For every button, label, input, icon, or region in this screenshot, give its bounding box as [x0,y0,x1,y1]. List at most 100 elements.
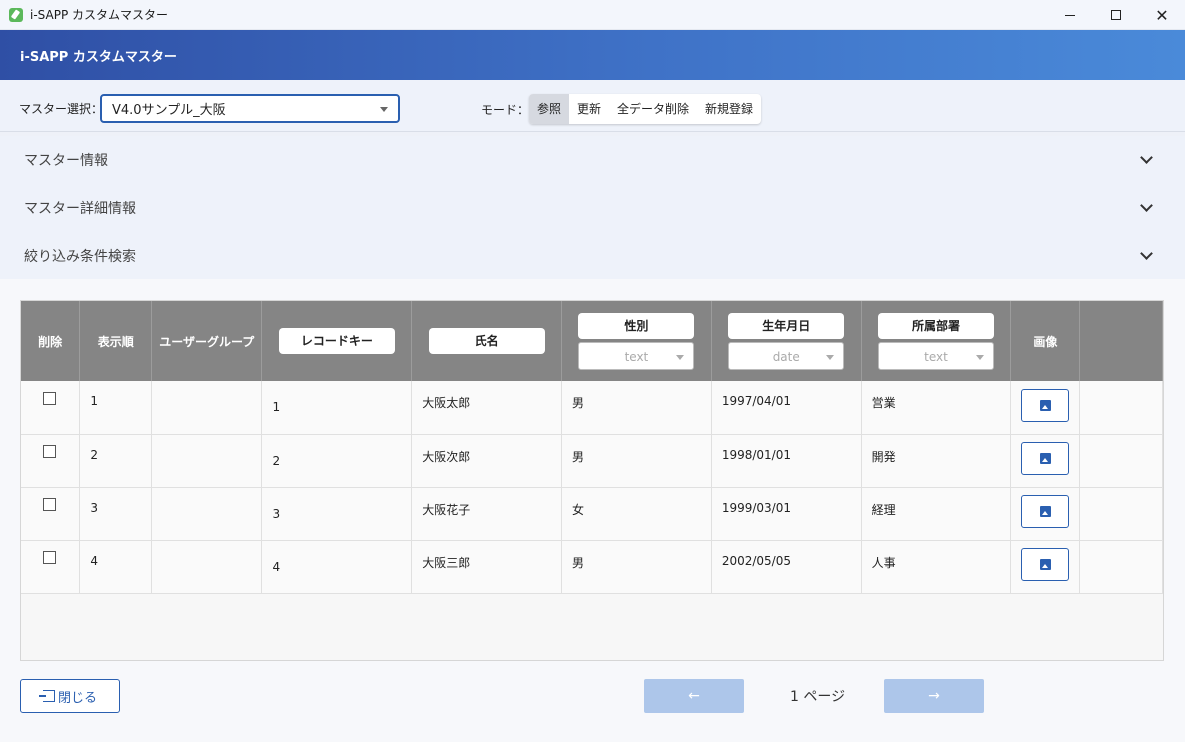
chevron-down-icon [1140,199,1153,212]
window-titlebar: i-SAPP カスタムマスター ✕ [0,0,1185,30]
gender-cell: 男 [561,540,712,594]
page-indicator: 1 ページ [790,689,846,705]
sort-button-birthdate[interactable]: 生年月日 [728,312,845,339]
department-cell: 営業 [861,381,1012,435]
image-icon [1039,506,1051,517]
name-cell: 大阪次郎 [411,434,563,488]
chevron-down-icon [826,354,835,360]
accordion-master-detail[interactable]: マスター詳細情報 [0,184,1185,232]
accordion-filter-search[interactable]: 絞り込み条件検索 [0,232,1185,280]
filter-select-department[interactable]: text [878,341,995,370]
master-select-dropdown[interactable]: V4.0サンプル_大阪 [100,94,400,123]
window-title: i-SAPP カスタムマスター [30,8,169,22]
data-table: 削除 表示順 ユーザーグループ レコードキー 氏名 性別 text 生年月日 d… [21,301,1163,594]
maximize-icon [1111,10,1121,20]
order-cell: 1 [79,381,153,435]
gender-cell: 男 [561,434,712,488]
gender-cell: 女 [561,487,712,541]
accordion-label: 絞り込み条件検索 [24,249,136,265]
chevron-down-icon [676,354,685,360]
image-button[interactable] [1021,495,1070,528]
department-cell: 人事 [861,540,1012,594]
image-button[interactable] [1021,442,1070,475]
image-cell [1010,381,1081,435]
spacer-cell [1079,381,1163,435]
record-key-cell: 2 [261,434,413,488]
minimize-button[interactable] [1047,0,1093,30]
app-title: i-SAPP カスタムマスター [20,49,177,65]
filter-select-birthdate[interactable]: date [728,341,845,370]
user-group-cell [151,434,263,488]
arrow-right-icon: → [928,688,940,704]
order-cell: 3 [79,487,153,541]
delete-checkbox[interactable] [43,551,56,564]
name-cell: 大阪三郎 [411,540,563,594]
prev-page-button[interactable]: ← [644,679,744,713]
close-button[interactable]: 閉じる [20,679,120,713]
maximize-button[interactable] [1093,0,1139,30]
close-button-label: 閉じる [57,690,97,706]
image-cell [1010,540,1081,594]
order-cell: 4 [79,540,153,594]
birthdate-cell: 1998/01/01 [711,434,862,488]
gender-cell: 男 [561,381,712,435]
header-name-cell: 氏名 [411,301,563,381]
accordion-label: マスター情報 [24,153,108,169]
spacer-cell [1079,487,1163,541]
table-row: 3 3 大阪花子 女 1999/03/01 経理 [21,487,1163,541]
master-select-label: マスター選択： [19,102,104,116]
delete-cell [21,540,81,594]
spacer-cell [1079,434,1163,488]
birthdate-cell: 1997/04/01 [711,381,862,435]
sort-button-name[interactable]: 氏名 [428,328,545,354]
next-page-button[interactable]: → [884,679,984,713]
spacer-cell [1079,540,1163,594]
data-table-container: 削除 表示順 ユーザーグループ レコードキー 氏名 性別 text 生年月日 d… [20,300,1164,661]
name-cell: 大阪花子 [411,487,563,541]
filter-select-gender[interactable]: text [578,341,695,370]
mode-button-delete-all[interactable]: 全データ削除 [609,94,697,124]
accordion-master-info[interactable]: マスター情報 [0,136,1185,184]
department-cell: 経理 [861,487,1012,541]
mode-button-view[interactable]: 参照 [529,94,570,124]
chevron-down-icon [1140,151,1153,164]
header-user-group: ユーザーグループ [151,301,263,381]
close-window-button[interactable]: ✕ [1139,0,1185,30]
mode-label: モード： [481,103,530,117]
table-row: 4 4 大阪三郎 男 2002/05/05 人事 [21,540,1163,594]
close-icon: ✕ [1155,5,1169,25]
image-button[interactable] [1021,388,1070,422]
birthdate-cell: 1999/03/01 [711,487,862,541]
header-record-key-cell: レコードキー [261,301,413,381]
image-button[interactable] [1021,548,1070,581]
mode-button-update[interactable]: 更新 [569,94,609,124]
user-group-cell [151,381,263,435]
image-icon [1039,453,1051,464]
accordion-label: マスター詳細情報 [24,201,136,217]
delete-checkbox[interactable] [43,391,56,405]
delete-cell [21,434,81,488]
header-image: 画像 [1010,301,1081,381]
sort-button-record-key[interactable]: レコードキー [278,328,395,354]
table-row: 2 2 大阪次郎 男 1998/01/01 開発 [21,434,1163,488]
delete-cell [21,381,81,435]
order-cell: 2 [79,434,153,488]
mode-button-new[interactable]: 新規登録 [697,94,761,124]
header-gender-cell: 性別 text [561,301,712,381]
content-area: 削除 表示順 ユーザーグループ レコードキー 氏名 性別 text 生年月日 d… [0,279,1185,742]
sort-button-gender[interactable]: 性別 [578,312,695,339]
filter-type: date [772,349,800,364]
window-controls: ✕ [1047,0,1185,30]
header-order: 表示順 [79,301,153,381]
header-department-cell: 所属部署 text [861,301,1012,381]
image-icon [1039,399,1051,411]
sort-button-department[interactable]: 所属部署 [878,312,995,339]
image-cell [1010,487,1081,541]
record-key-cell: 3 [261,487,413,541]
delete-checkbox[interactable] [43,498,56,511]
birthdate-cell: 2002/05/05 [711,540,862,594]
user-group-cell [151,487,263,541]
delete-checkbox[interactable] [43,445,56,458]
filter-type: text [624,349,649,364]
table-header-row: 削除 表示順 ユーザーグループ レコードキー 氏名 性別 text 生年月日 d… [21,301,1163,381]
